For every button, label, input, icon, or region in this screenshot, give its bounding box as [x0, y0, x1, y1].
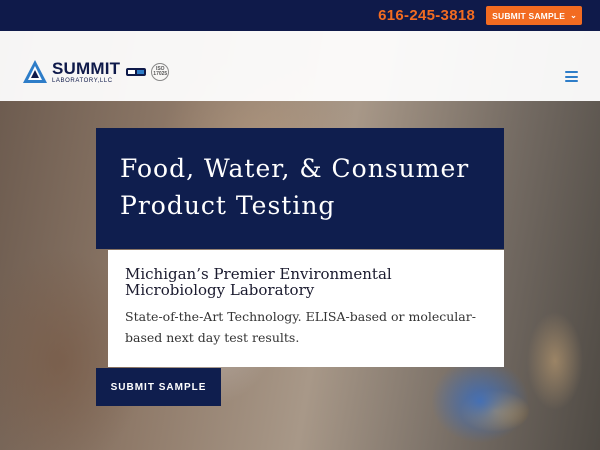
- hero-title-line-1: Food, Water, & Consumer: [120, 154, 470, 183]
- hero-title: Food, Water, & Consumer Product Testing: [120, 150, 469, 224]
- hero-title-box: Food, Water, & Consumer Product Testing: [96, 128, 504, 249]
- hero-card: Michigan’s Premier Environmental Microbi…: [108, 250, 504, 367]
- chevron-down-icon: ⌄: [570, 11, 577, 20]
- main-navbar: SUMMIT LABORATORY,LLC ISO 17025: [0, 31, 600, 101]
- submit-sample-label: SUBMIT SAMPLE: [492, 10, 566, 21]
- site-logo[interactable]: SUMMIT LABORATORY,LLC ISO 17025: [22, 59, 170, 85]
- hero-title-line-2: Product Testing: [120, 191, 336, 220]
- brand-name: SUMMIT: [52, 59, 121, 78]
- hero-card-body: State-of-the-Art Technology. ELISA-based…: [125, 309, 476, 345]
- accreditation-badge-icon: [126, 68, 147, 76]
- hero-card-heading: Michigan’s Premier Environmental Microbi…: [125, 265, 392, 299]
- hamburger-menu-icon[interactable]: [565, 71, 578, 82]
- submit-sample-dropdown-button[interactable]: SUBMIT SAMPLE ⌄: [486, 6, 582, 25]
- phone-link[interactable]: 616-245-3818: [378, 7, 475, 24]
- summit-mountain-icon: [23, 60, 47, 83]
- brand-subtitle: LABORATORY,LLC: [52, 78, 113, 84]
- submit-sample-button[interactable]: SUBMIT SAMPLE: [96, 368, 221, 406]
- iso-badge-icon: ISO 17025: [151, 63, 170, 81]
- top-bar: 616-245-3818 SUBMIT SAMPLE ⌄: [0, 0, 600, 31]
